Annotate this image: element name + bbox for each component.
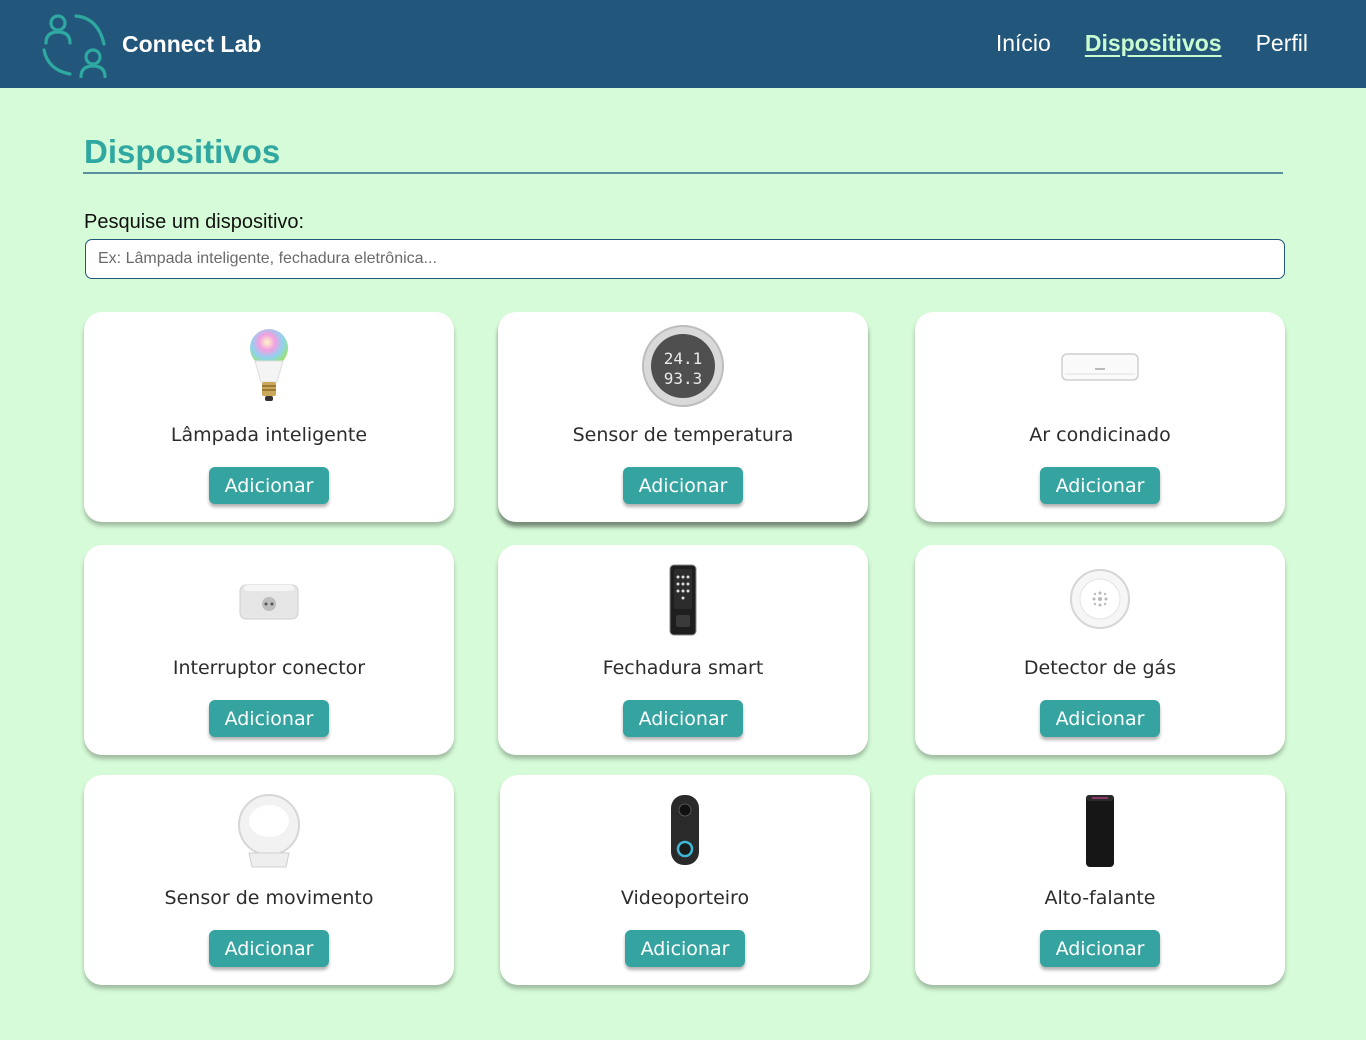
add-device-button[interactable]: Adicionar — [209, 467, 329, 504]
add-device-button[interactable]: Adicionar — [1040, 700, 1160, 737]
search-label: Pesquise um dispositivo: — [84, 211, 305, 233]
device-name: Sensor de movimento — [164, 887, 374, 909]
temperature-sensor-icon: 24.1 93.3 — [642, 325, 724, 407]
device-name: Interruptor conector — [172, 657, 366, 679]
main-nav: Início Dispositivos Perfil — [996, 28, 1308, 58]
device-card-videoporteiro: Videoporteiro Adicionar — [500, 775, 870, 985]
device-name: Ar condicinado — [1029, 424, 1171, 446]
device-name: Sensor de temperatura — [572, 424, 794, 446]
device-card-sensor-temperatura: 24.1 93.3 Sensor de temperatura Adiciona… — [498, 312, 868, 522]
video-doorbell-icon — [671, 795, 699, 865]
smart-bulb-icon — [250, 329, 288, 401]
add-device-button[interactable]: Adicionar — [623, 467, 743, 504]
add-device-button[interactable]: Adicionar — [623, 700, 743, 737]
add-device-button[interactable]: Adicionar — [209, 930, 329, 967]
smart-plug-icon — [239, 584, 299, 620]
device-name: Lâmpada inteligente — [170, 424, 368, 446]
add-device-button[interactable]: Adicionar — [1040, 930, 1160, 967]
device-card-fechadura: Fechadura smart Adicionar — [498, 545, 868, 755]
device-card-detector-gas: Detector de gás Adicionar — [915, 545, 1285, 755]
device-name: Alto-falante — [1044, 887, 1156, 909]
svg-text:24.1: 24.1 — [664, 349, 703, 368]
nav-inicio[interactable]: Início — [996, 28, 1051, 58]
smart-lock-icon — [669, 564, 697, 636]
device-card-interruptor: Interruptor conector Adicionar — [84, 545, 454, 755]
add-device-button[interactable]: Adicionar — [625, 930, 745, 967]
device-name: Detector de gás — [1023, 657, 1177, 679]
add-device-button[interactable]: Adicionar — [1040, 467, 1160, 504]
brand-name: Connect Lab — [122, 31, 262, 57]
motion-sensor-icon — [238, 794, 300, 868]
device-card-lampada: Lâmpada inteligente Adicionar — [84, 312, 454, 522]
top-navbar: Connect Lab Início Dispositivos Perfil — [0, 0, 1366, 88]
nav-perfil[interactable]: Perfil — [1256, 28, 1308, 58]
gas-detector-icon — [1070, 569, 1130, 629]
device-card-sensor-movimento: Sensor de movimento Adicionar — [84, 775, 454, 985]
nav-dispositivos[interactable]: Dispositivos — [1085, 28, 1222, 58]
page-title: Dispositivos — [84, 133, 281, 170]
device-name: Fechadura smart — [602, 657, 764, 679]
title-divider — [83, 172, 1283, 174]
air-conditioner-icon — [1061, 353, 1139, 381]
people-connect-icon[interactable] — [40, 10, 108, 78]
device-card-alto-falante: Alto-falante Adicionar — [915, 775, 1285, 985]
add-device-button[interactable]: Adicionar — [209, 700, 329, 737]
device-name: Videoporteiro — [620, 887, 750, 909]
svg-text:93.3: 93.3 — [664, 369, 703, 388]
search-input[interactable] — [85, 239, 1285, 279]
device-card-ar-condicionado: Ar condicinado Adicionar — [915, 312, 1285, 522]
speaker-icon — [1086, 795, 1114, 867]
